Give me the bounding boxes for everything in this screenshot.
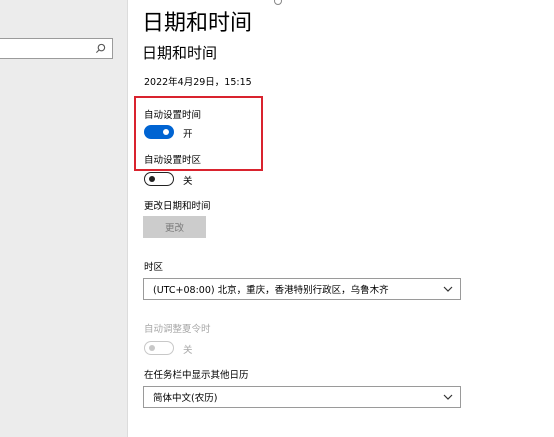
sidebar xyxy=(0,0,128,437)
search-input[interactable] xyxy=(0,38,113,59)
toggle-knob xyxy=(149,344,155,351)
toggle-knob xyxy=(149,175,155,182)
dst-state: 关 xyxy=(183,345,193,356)
auto-timezone-toggle[interactable] xyxy=(144,172,174,186)
calendar-label: 在任务栏中显示其他日历 xyxy=(144,370,249,381)
timezone-label: 时区 xyxy=(144,262,164,273)
chevron-down-icon xyxy=(443,394,453,400)
auto-timezone-label: 自动设置时区 xyxy=(144,155,202,166)
timezone-select[interactable]: (UTC+08:00) 北京，重庆，香港特别行政区，乌鲁木齐 xyxy=(143,278,461,300)
auto-time-toggle[interactable] xyxy=(144,125,174,139)
page-title: 日期和时间 xyxy=(142,11,253,36)
chevron-down-icon xyxy=(443,286,453,292)
search-icon xyxy=(95,43,106,54)
dst-label: 自动调整夏令时 xyxy=(144,324,211,335)
change-datetime-button[interactable]: 更改 xyxy=(143,216,206,238)
main-content: 日期和时间 日期和时间 2022年4月29日，15:15 自动设置时间 开 自动… xyxy=(127,0,554,437)
auto-time-label: 自动设置时间 xyxy=(144,110,202,121)
timezone-value: (UTC+08:00) 北京，重庆，香港特别行政区，乌鲁木齐 xyxy=(153,285,389,296)
toggle-knob xyxy=(163,129,169,135)
calendar-value: 简体中文(农历) xyxy=(153,393,218,404)
current-datetime: 2022年4月29日，15:15 xyxy=(144,77,252,88)
section-title: 日期和时间 xyxy=(142,44,218,62)
auto-timezone-state: 关 xyxy=(183,176,193,187)
change-datetime-label: 更改日期和时间 xyxy=(144,201,211,212)
dst-toggle[interactable] xyxy=(144,341,174,355)
calendar-select[interactable]: 简体中文(农历) xyxy=(143,386,461,408)
auto-time-state: 开 xyxy=(183,129,193,140)
